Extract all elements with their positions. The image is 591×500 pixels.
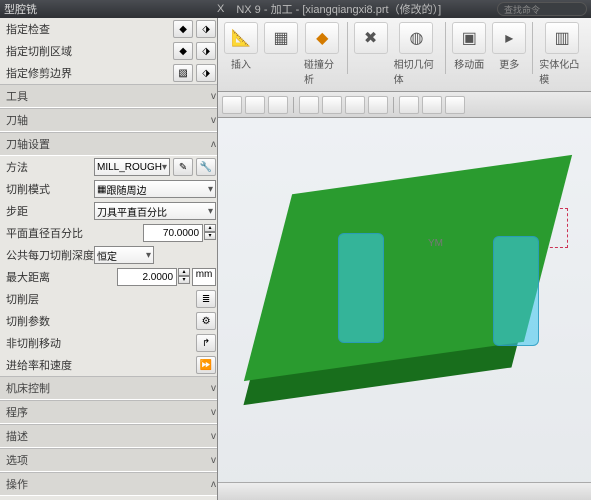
operation-dialog: 指定检查 ◆ ⬗ 指定切削区域 ◆ ⬗ 指定修剪边界 ▧ ⬗ 工具v 刀轴v 刀… — [0, 18, 218, 500]
ribbon-group[interactable]: ▣移动面 — [452, 22, 486, 71]
row-max-dist: 最大距离 ▴▾ mm — [0, 266, 217, 288]
section-operate[interactable]: 操作ʌ — [0, 472, 217, 496]
move-face-icon: ▣ — [452, 22, 486, 54]
row-cut-params: 切削参数 ⚙ — [0, 310, 217, 332]
step-select[interactable]: 刀具平直百分比 — [94, 202, 216, 220]
insert-icon: 📐 — [224, 22, 258, 54]
solidify-icon: ▥ — [545, 22, 579, 54]
edit-icon[interactable]: ✎ — [173, 158, 193, 176]
tool-icon[interactable] — [368, 96, 388, 114]
title-bar: 型腔铣 X NX 9 - 加工 - [xiangqiangxi8.prt（修改的… — [0, 0, 591, 18]
label: 指定检查 — [6, 21, 170, 37]
label: 指定切削区域 — [6, 43, 170, 59]
chevron-down-icon: v — [211, 455, 216, 466]
section-options[interactable]: 选项v — [0, 448, 217, 472]
row-cut-area: 指定切削区域 ◆ ⬗ — [0, 40, 217, 62]
spinner[interactable]: ▴▾ — [204, 224, 216, 242]
tool-icon[interactable] — [399, 96, 419, 114]
display-icon[interactable]: ⬗ — [196, 64, 216, 82]
ribbon: 📐插入 ▦ ◆碰撞分析 ✖ ◍相切几何体 ▣移动面 ▸更多 ▥实体化凸模 — [218, 18, 591, 92]
chevron-down-icon: v — [211, 431, 216, 442]
chevron-down-icon: v — [211, 407, 216, 418]
max-dist-input[interactable] — [117, 268, 177, 286]
app-title: NX 9 - 加工 - [xiangqiangxi8.prt（修改的）] — [236, 1, 441, 17]
section-program[interactable]: 程序v — [0, 400, 217, 424]
delete-icon: ✖ — [354, 22, 388, 54]
section-describe[interactable]: 描述v — [0, 424, 217, 448]
ribbon-group[interactable]: ✖ — [354, 22, 388, 54]
unit-select[interactable]: mm — [192, 268, 216, 286]
section-tool[interactable]: 工具v — [0, 84, 217, 108]
tool-icon[interactable] — [422, 96, 442, 114]
ribbon-group[interactable]: ◆碰撞分析 — [304, 22, 341, 86]
tool-icon[interactable] — [445, 96, 465, 114]
section-machine-ctrl[interactable]: 机床控制v — [0, 376, 217, 400]
depth-select[interactable]: 恒定 — [94, 246, 154, 264]
method-select[interactable]: MILL_ROUGH — [94, 158, 170, 176]
row-step: 步距 刀具平直百分比 — [0, 200, 217, 222]
viewport-tabs[interactable] — [218, 482, 591, 500]
analysis-icon: ◆ — [305, 22, 339, 54]
ribbon-group[interactable]: ▦ — [264, 22, 298, 54]
main-area: 📐插入 ▦ ◆碰撞分析 ✖ ◍相切几何体 ▣移动面 ▸更多 ▥实体化凸模 — [218, 18, 591, 500]
quick-toolbar — [218, 92, 591, 118]
row-depth: 公共每刀切削深度 恒定 — [0, 244, 217, 266]
search-input[interactable]: 查找命令 — [497, 2, 587, 16]
boundary-icon[interactable]: ▧ — [173, 64, 193, 82]
cut-params-icon[interactable]: ⚙ — [196, 312, 216, 330]
row-cut-mode: 切削模式 ▦ 跟随周边 — [0, 178, 217, 200]
ribbon-group[interactable]: ▥实体化凸模 — [539, 22, 585, 86]
operation-icons: ▶ ⟳ ✔ ≡ — [0, 496, 217, 500]
tool-icon[interactable] — [222, 96, 242, 114]
label: 指定修剪边界 — [6, 65, 170, 81]
viewport-3d[interactable]: YM — [218, 118, 591, 500]
feed-icon[interactable]: ⏩ — [196, 356, 216, 374]
plane-pct-input[interactable] — [143, 224, 203, 242]
geom-icon[interactable]: ◆ — [173, 20, 193, 38]
tangent-icon: ◍ — [399, 22, 433, 54]
row-trim-boundary: 指定修剪边界 ▧ ⬗ — [0, 62, 217, 84]
cut-mode-select[interactable]: ▦ 跟随周边 — [94, 180, 216, 198]
geom-icon[interactable]: ◆ — [173, 42, 193, 60]
dialog-title: 型腔铣 — [4, 1, 37, 17]
model-cylinder — [338, 233, 384, 343]
ribbon-group[interactable]: ◍相切几何体 — [394, 22, 440, 86]
noncut-icon[interactable]: ↱ — [196, 334, 216, 352]
row-plane-pct: 平面直径百分比 ▴▾ — [0, 222, 217, 244]
ribbon-group[interactable]: 📐插入 — [224, 22, 258, 71]
chevron-down-icon: v — [211, 383, 216, 394]
row-specify-part: 指定检查 ◆ ⬗ — [0, 18, 217, 40]
display-icon[interactable]: ⬗ — [196, 42, 216, 60]
display-icon[interactable]: ⬗ — [196, 20, 216, 38]
chevron-up-icon: ʌ — [211, 479, 216, 490]
tool-icon[interactable] — [299, 96, 319, 114]
grid-icon: ▦ — [264, 22, 298, 54]
axis-label-ym: YM — [428, 238, 443, 249]
tool-icon[interactable] — [268, 96, 288, 114]
spinner[interactable]: ▴▾ — [178, 268, 190, 286]
section-axis-setting[interactable]: 刀轴设置ʌ — [0, 132, 217, 156]
row-feed-speed: 进给率和速度 ⏩ — [0, 354, 217, 376]
chevron-up-icon: ʌ — [211, 139, 216, 150]
tool-icon[interactable] — [245, 96, 265, 114]
section-axis[interactable]: 刀轴v — [0, 108, 217, 132]
tool-icon[interactable] — [322, 96, 342, 114]
row-noncut-move: 非切削移动 ↱ — [0, 332, 217, 354]
row-method: 方法 MILL_ROUGH ✎ 🔧 — [0, 156, 217, 178]
model-cylinder — [493, 236, 539, 346]
more-icon: ▸ — [492, 22, 526, 54]
chevron-down-icon: v — [211, 91, 216, 102]
chevron-down-icon: v — [211, 115, 216, 126]
row-cut-layer: 切削层 ≣ — [0, 288, 217, 310]
tool-icon[interactable] — [345, 96, 365, 114]
cut-layer-icon[interactable]: ≣ — [196, 290, 216, 308]
close-icon[interactable]: X — [217, 3, 224, 15]
tool-icon[interactable]: 🔧 — [196, 158, 216, 176]
ribbon-more[interactable]: ▸更多 — [492, 22, 526, 71]
